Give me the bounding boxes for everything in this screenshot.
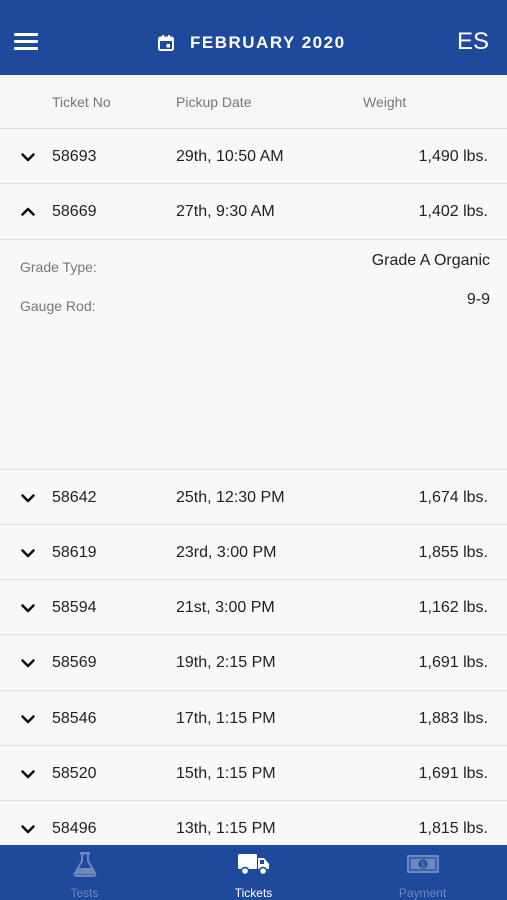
chevron-down-icon[interactable]	[20, 821, 36, 837]
ticket-number: 58619	[52, 543, 97, 561]
menu-icon[interactable]	[14, 33, 38, 51]
ticket-row[interactable]: 58546 17th, 1:15 PM 1,883 lbs.	[0, 690, 507, 747]
tab-tests[interactable]: Tests	[0, 845, 169, 900]
ticket-detail-panel: Grade Type: Grade A Organic Gauge Rod: 9…	[0, 239, 507, 470]
ticket-number: 58669	[52, 203, 97, 221]
banknote-icon: $	[406, 851, 440, 877]
pickup-date: 27th, 9:30 AM	[176, 203, 275, 221]
ticket-row[interactable]: 58642 25th, 12:30 PM 1,674 lbs.	[0, 469, 507, 525]
tab-label: Tests	[70, 886, 99, 900]
pickup-date: 25th, 12:30 PM	[176, 488, 285, 506]
truck-icon	[237, 851, 271, 877]
tab-tickets[interactable]: Tickets	[169, 845, 338, 900]
ticket-number: 58569	[52, 654, 97, 672]
ticket-weight: 1,883 lbs.	[418, 709, 488, 727]
ticket-weight: 1,815 lbs.	[418, 820, 488, 838]
column-headers: Ticket No Pickup Date Weight	[0, 75, 507, 129]
chevron-down-icon[interactable]	[20, 149, 36, 165]
app-header: FEBRUARY 2020 ES	[0, 0, 507, 75]
chevron-down-icon[interactable]	[20, 655, 36, 671]
calendar-icon	[158, 35, 174, 51]
month-label: FEBRUARY 2020	[190, 33, 346, 52]
pickup-date: 17th, 1:15 PM	[176, 709, 276, 727]
column-header-ticket: Ticket No	[52, 94, 111, 110]
ticket-row-expanded[interactable]: 58669 27th, 9:30 AM 1,402 lbs.	[0, 184, 507, 240]
pickup-date: 29th, 10:50 AM	[176, 148, 284, 165]
tab-label: Payment	[398, 886, 447, 900]
ticket-weight: 1,402 lbs.	[418, 203, 488, 221]
chevron-up-icon[interactable]	[20, 204, 36, 220]
ticket-row[interactable]: 58520 15th, 1:15 PM 1,691 lbs.	[0, 746, 507, 802]
flask-icon	[72, 851, 98, 877]
grade-type-value: Grade A Organic	[371, 251, 490, 269]
ticket-weight: 1,162 lbs.	[418, 599, 488, 617]
ticket-row[interactable]: 58619 23rd, 3:00 PM 1,855 lbs.	[0, 524, 507, 581]
tab-payment[interactable]: $ Payment	[338, 845, 507, 900]
gauge-rod-value: 9-9	[466, 290, 490, 308]
ticket-weight: 1,674 lbs.	[418, 488, 488, 506]
ticket-row[interactable]: 58496 13th, 1:15 PM 1,815 lbs.	[0, 801, 507, 845]
ticket-number: 58546	[52, 709, 97, 727]
column-header-weight: Weight	[363, 94, 407, 110]
ticket-weight: 1,691 lbs.	[418, 765, 488, 783]
language-toggle[interactable]: ES	[457, 28, 489, 56]
ticket-row[interactable]: 58693 29th, 10:50 AM 1,490 lbs.	[0, 129, 507, 185]
svg-text:$: $	[420, 861, 425, 870]
chevron-down-icon[interactable]	[20, 600, 36, 616]
bottom-tab-bar: Tests Tickets $ Payment	[0, 845, 507, 900]
ticket-row[interactable]: 58569 19th, 2:15 PM 1,691 lbs.	[0, 635, 507, 691]
ticket-number: 58520	[52, 765, 97, 783]
gauge-rod-label: Gauge Rod:	[20, 297, 96, 314]
pickup-date: 21st, 3:00 PM	[176, 599, 275, 617]
pickup-date: 13th, 1:15 PM	[176, 820, 276, 838]
chevron-down-icon[interactable]	[20, 766, 36, 782]
ticket-number: 58693	[52, 148, 97, 165]
ticket-weight: 1,855 lbs.	[418, 543, 488, 561]
pickup-date: 15th, 1:15 PM	[176, 765, 276, 783]
ticket-number: 58642	[52, 488, 97, 506]
month-selector[interactable]: FEBRUARY 2020	[158, 31, 346, 55]
chevron-down-icon[interactable]	[20, 711, 36, 727]
chevron-down-icon[interactable]	[20, 490, 36, 506]
ticket-number: 58594	[52, 599, 97, 617]
ticket-number: 58496	[52, 820, 97, 838]
chevron-down-icon[interactable]	[20, 545, 36, 561]
pickup-date: 19th, 2:15 PM	[176, 654, 276, 672]
ticket-list[interactable]: 58693 29th, 10:50 AM 1,490 lbs. 58669 27…	[0, 129, 507, 845]
grade-type-label: Grade Type:	[20, 258, 97, 275]
tab-label: Tickets	[234, 886, 273, 900]
ticket-row[interactable]: 58594 21st, 3:00 PM 1,162 lbs.	[0, 580, 507, 636]
ticket-weight: 1,691 lbs.	[418, 654, 488, 672]
column-header-pickup: Pickup Date	[176, 94, 252, 110]
ticket-weight: 1,490 lbs.	[418, 148, 488, 165]
pickup-date: 23rd, 3:00 PM	[176, 543, 277, 561]
